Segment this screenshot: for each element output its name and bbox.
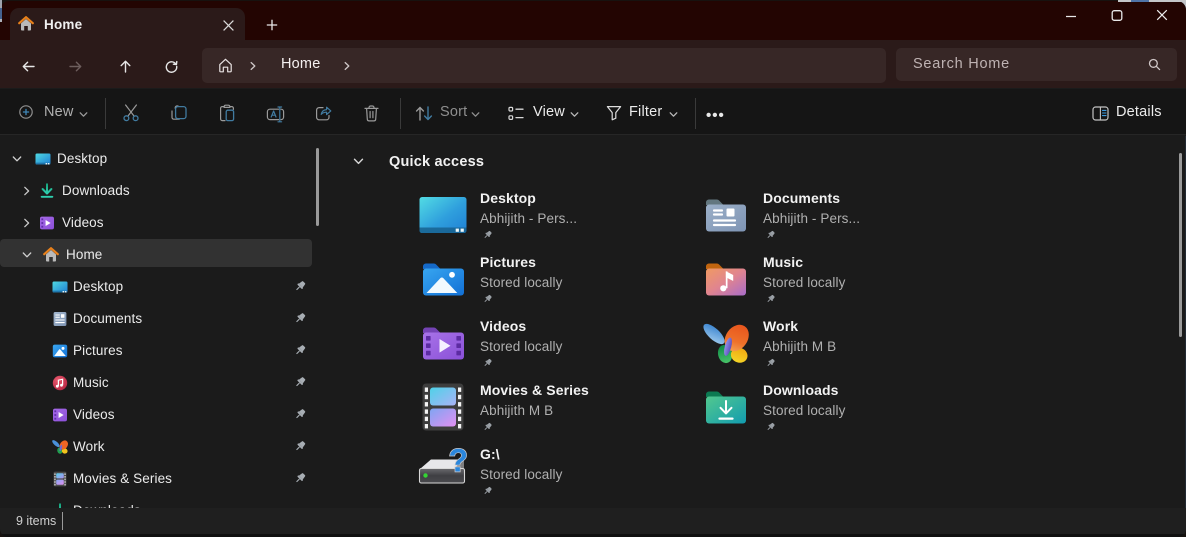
svg-text:?: ? (449, 443, 469, 479)
